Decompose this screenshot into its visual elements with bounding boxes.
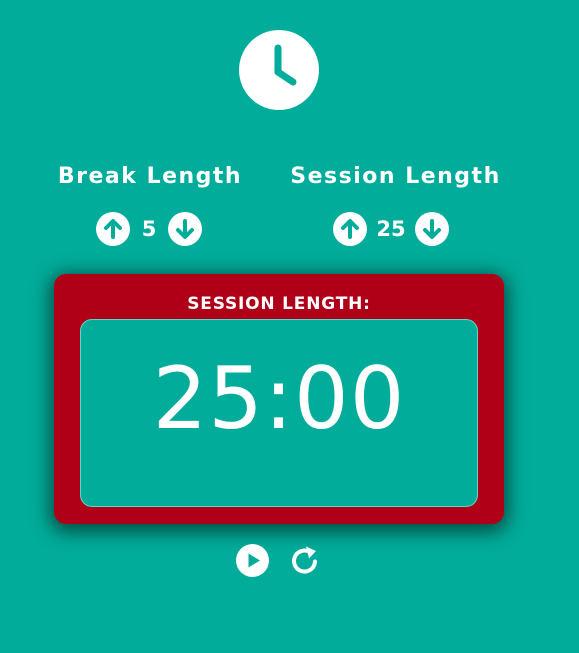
break-length-value: 5 bbox=[141, 217, 157, 241]
timer-controls bbox=[236, 544, 322, 577]
clock-icon bbox=[239, 30, 319, 110]
session-decrement-button[interactable] bbox=[415, 212, 449, 246]
timer-label: SESSION LENGTH: bbox=[187, 294, 371, 314]
break-decrement-button[interactable] bbox=[168, 212, 202, 246]
reset-button[interactable] bbox=[289, 544, 322, 577]
timer-display: 25:00 bbox=[80, 319, 478, 507]
play-button[interactable] bbox=[236, 544, 269, 577]
timer-panel: SESSION LENGTH: 25:00 bbox=[54, 274, 504, 524]
session-increment-button[interactable] bbox=[333, 212, 367, 246]
session-length-control: 25 bbox=[333, 212, 449, 246]
session-length-value: 25 bbox=[376, 217, 406, 241]
session-length-label: Session Length bbox=[290, 164, 501, 189]
time-left: 25:00 bbox=[152, 349, 406, 449]
break-length-control: 5 bbox=[96, 212, 202, 246]
break-increment-button[interactable] bbox=[96, 212, 130, 246]
break-length-label: Break Length bbox=[57, 164, 243, 189]
